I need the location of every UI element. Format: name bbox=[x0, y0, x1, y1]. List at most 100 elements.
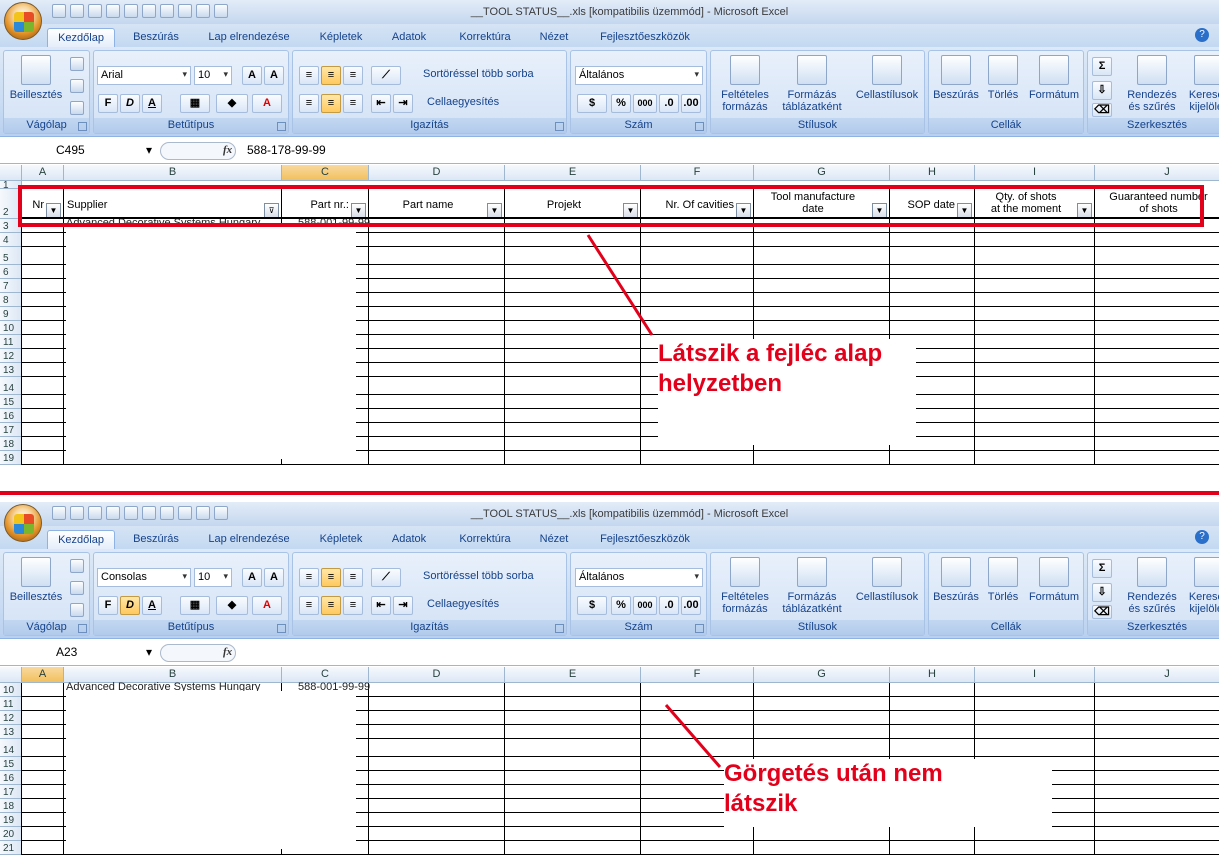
currency-button[interactable]: $ bbox=[577, 94, 607, 113]
increase-decimal-button[interactable]: .0 bbox=[659, 94, 679, 113]
autosum-button[interactable]: Σ bbox=[1092, 57, 1112, 76]
align-top-button[interactable]: ≡ bbox=[299, 66, 319, 85]
office-button[interactable] bbox=[4, 504, 42, 542]
shrink-font-button[interactable]: A bbox=[264, 66, 284, 85]
increase-indent-button[interactable]: ⇥ bbox=[393, 596, 413, 615]
fill-button[interactable]: ⇩ bbox=[1092, 81, 1112, 100]
wrap-text-button[interactable]: Sortöréssel több sorba bbox=[423, 68, 534, 80]
dialog-launcher-icon[interactable] bbox=[555, 122, 564, 131]
number-format-combo[interactable]: Általános bbox=[575, 66, 703, 85]
tab-formulas[interactable]: Képletek bbox=[309, 530, 373, 550]
fill-color-button[interactable]: ◆ bbox=[216, 94, 248, 113]
format-as-table-button[interactable]: Formázás táblázatként bbox=[775, 55, 849, 113]
dialog-launcher-icon[interactable] bbox=[78, 624, 87, 633]
font-color-button[interactable]: A bbox=[252, 596, 282, 615]
font-name-combo[interactable]: Consolas bbox=[97, 568, 191, 587]
thousands-button[interactable]: 000 bbox=[633, 94, 657, 113]
cut-icon[interactable] bbox=[70, 57, 84, 71]
align-left-button[interactable]: ≡ bbox=[299, 596, 319, 615]
borders-button[interactable]: ▦ bbox=[180, 596, 210, 615]
find-select-button[interactable]: Keresés kijelölés bbox=[1184, 55, 1219, 113]
increase-indent-button[interactable]: ⇥ bbox=[393, 94, 413, 113]
tab-home[interactable]: Kezdőlap bbox=[47, 28, 115, 48]
align-bottom-button[interactable]: ≡ bbox=[343, 568, 363, 587]
formula-input[interactable]: 588-178-99-99 bbox=[247, 143, 326, 157]
underline-button[interactable]: A bbox=[142, 596, 162, 615]
currency-button[interactable]: $ bbox=[577, 596, 607, 615]
insert-cells-button[interactable]: Beszúrás bbox=[931, 557, 981, 603]
format-as-table-button[interactable]: Formázás táblázatként bbox=[775, 557, 849, 615]
italic-button[interactable]: D bbox=[120, 596, 140, 615]
help-icon[interactable]: ? bbox=[1195, 530, 1209, 544]
conditional-formatting-button[interactable]: Feltételes formázás bbox=[713, 557, 777, 615]
dialog-launcher-icon[interactable] bbox=[695, 122, 704, 131]
format-painter-icon[interactable] bbox=[70, 603, 84, 617]
merge-cells-button[interactable]: Cellaegyesítés bbox=[427, 598, 499, 610]
cut-icon[interactable] bbox=[70, 559, 84, 573]
clear-button[interactable]: ⌫ bbox=[1092, 605, 1112, 619]
align-middle-button[interactable]: ≡ bbox=[321, 66, 341, 85]
name-box[interactable]: A23 bbox=[4, 644, 154, 662]
tab-insert[interactable]: Beszúrás bbox=[124, 28, 188, 48]
dialog-launcher-icon[interactable] bbox=[555, 624, 564, 633]
tab-data[interactable]: Adatok bbox=[383, 530, 435, 550]
decrease-indent-button[interactable]: ⇤ bbox=[371, 596, 391, 615]
font-color-button[interactable]: A bbox=[252, 94, 282, 113]
conditional-formatting-button[interactable]: Feltételes formázás bbox=[713, 55, 777, 113]
tab-review[interactable]: Korrektúra bbox=[449, 28, 521, 48]
decrease-indent-button[interactable]: ⇤ bbox=[371, 94, 391, 113]
align-center-button[interactable]: ≡ bbox=[321, 94, 341, 113]
dialog-launcher-icon[interactable] bbox=[78, 122, 87, 131]
fill-color-button[interactable]: ◆ bbox=[216, 596, 248, 615]
percent-button[interactable]: % bbox=[611, 596, 631, 615]
increase-decimal-button[interactable]: .0 bbox=[659, 596, 679, 615]
insert-function-button[interactable]: fx bbox=[160, 644, 236, 662]
tab-page-layout[interactable]: Lap elrendezése bbox=[199, 28, 299, 48]
fill-button[interactable]: ⇩ bbox=[1092, 583, 1112, 602]
clear-button[interactable]: ⌫ bbox=[1092, 103, 1112, 117]
tab-insert[interactable]: Beszúrás bbox=[124, 530, 188, 550]
underline-button[interactable]: A bbox=[142, 94, 162, 113]
tab-developer[interactable]: Fejlesztőeszközök bbox=[590, 530, 700, 550]
borders-button[interactable]: ▦ bbox=[180, 94, 210, 113]
dialog-launcher-icon[interactable] bbox=[277, 122, 286, 131]
format-cells-button[interactable]: Formátum bbox=[1025, 557, 1083, 603]
tab-formulas[interactable]: Képletek bbox=[309, 28, 373, 48]
dialog-launcher-icon[interactable] bbox=[695, 624, 704, 633]
bold-button[interactable]: F bbox=[98, 94, 118, 113]
insert-function-button[interactable]: fx bbox=[160, 142, 236, 160]
tab-home[interactable]: Kezdőlap bbox=[47, 530, 115, 550]
align-left-button[interactable]: ≡ bbox=[299, 94, 319, 113]
tab-view[interactable]: Nézet bbox=[532, 530, 576, 550]
help-icon[interactable]: ? bbox=[1195, 28, 1209, 42]
copy-icon[interactable] bbox=[70, 79, 84, 93]
office-button[interactable] bbox=[4, 2, 42, 40]
font-size-combo[interactable]: 10 bbox=[194, 66, 232, 85]
delete-cells-button[interactable]: Törlés bbox=[981, 557, 1025, 603]
thousands-button[interactable]: 000 bbox=[633, 596, 657, 615]
tab-data[interactable]: Adatok bbox=[383, 28, 435, 48]
align-bottom-button[interactable]: ≡ bbox=[343, 66, 363, 85]
tab-developer[interactable]: Fejlesztőeszközök bbox=[590, 28, 700, 48]
find-select-button[interactable]: Keresés kijelölés bbox=[1184, 557, 1219, 615]
dialog-launcher-icon[interactable] bbox=[277, 624, 286, 633]
merge-cells-button[interactable]: Cellaegyesítés bbox=[427, 96, 499, 108]
delete-cells-button[interactable]: Törlés bbox=[981, 55, 1025, 101]
copy-icon[interactable] bbox=[70, 581, 84, 595]
font-name-combo[interactable]: Arial bbox=[97, 66, 191, 85]
tab-review[interactable]: Korrektúra bbox=[449, 530, 521, 550]
autosum-button[interactable]: Σ bbox=[1092, 559, 1112, 578]
number-format-combo[interactable]: Általános bbox=[575, 568, 703, 587]
orientation-button[interactable]: ⟋ bbox=[371, 66, 401, 85]
align-top-button[interactable]: ≡ bbox=[299, 568, 319, 587]
align-right-button[interactable]: ≡ bbox=[343, 94, 363, 113]
bold-button[interactable]: F bbox=[98, 596, 118, 615]
wrap-text-button[interactable]: Sortöréssel több sorba bbox=[423, 570, 534, 582]
paste-button[interactable]: Beillesztés bbox=[6, 55, 66, 101]
align-right-button[interactable]: ≡ bbox=[343, 596, 363, 615]
align-center-button[interactable]: ≡ bbox=[321, 596, 341, 615]
tab-view[interactable]: Nézet bbox=[532, 28, 576, 48]
format-cells-button[interactable]: Formátum bbox=[1025, 55, 1083, 101]
grow-font-button[interactable]: A bbox=[242, 568, 262, 587]
cell-styles-button[interactable]: Cellastílusok bbox=[851, 55, 923, 101]
